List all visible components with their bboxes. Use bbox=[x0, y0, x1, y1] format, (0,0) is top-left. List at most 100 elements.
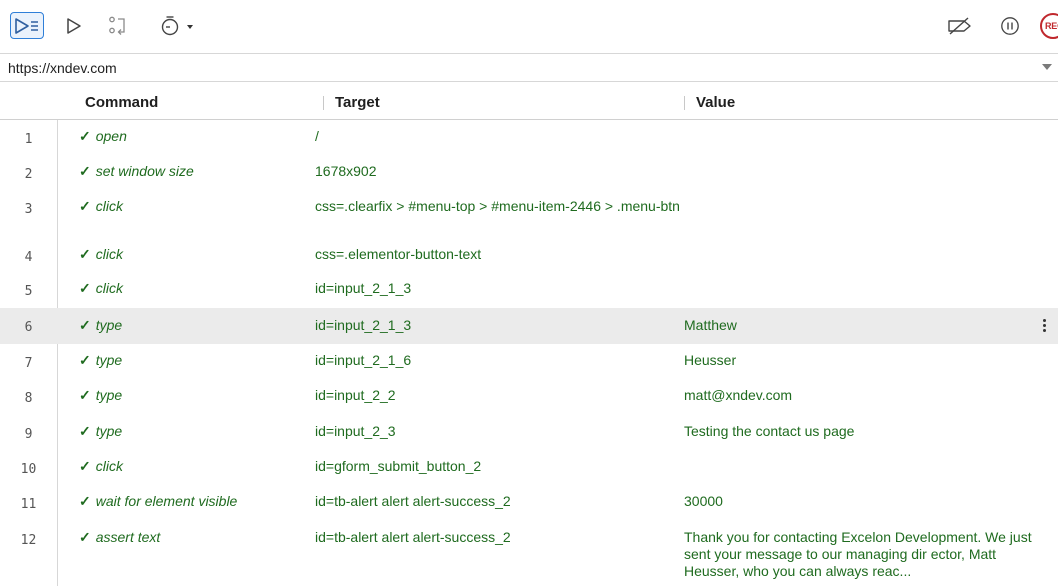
table-row[interactable]: 9 ✓ type id=input_2_3 Testing the contact… bbox=[0, 415, 1058, 450]
url-dropdown-caret-icon[interactable] bbox=[1042, 64, 1052, 70]
check-icon: ✓ bbox=[79, 529, 91, 545]
value-cell: Matthew bbox=[684, 317, 737, 333]
table-row[interactable]: 10 ✓ click id=gform_submit_button_2 bbox=[0, 450, 1058, 485]
command-text: click bbox=[95, 198, 123, 214]
record-button[interactable]: REC bbox=[1038, 12, 1058, 39]
command-cell: ✓ click bbox=[79, 198, 123, 215]
check-icon: ✓ bbox=[79, 423, 91, 439]
row-number: 11 bbox=[20, 497, 37, 512]
command-text: type bbox=[95, 423, 123, 439]
breakpoint-off-icon bbox=[948, 16, 971, 35]
run-all-tests-button[interactable] bbox=[10, 12, 44, 39]
column-header-command: Command bbox=[85, 94, 159, 111]
target-cell: css=.elementor-button-text bbox=[315, 246, 482, 262]
row-number: 4 bbox=[24, 250, 33, 265]
value-cell: Testing the contact us page bbox=[684, 423, 855, 439]
check-icon: ✓ bbox=[79, 128, 91, 144]
value-cell: Thank you for contacting Excelon Develop… bbox=[684, 529, 1032, 579]
command-text: type bbox=[95, 352, 123, 368]
row-number: 7 bbox=[24, 356, 33, 371]
command-text: click bbox=[95, 280, 123, 296]
check-icon: ✓ bbox=[79, 493, 91, 509]
column-divider[interactable] bbox=[323, 96, 324, 110]
toolbar: REC bbox=[0, 0, 1058, 50]
target-cell: id=tb-alert alert alert-success_2 bbox=[315, 529, 511, 545]
target-cell: id=input_2_1_3 bbox=[315, 317, 412, 333]
table-row[interactable]: 12 ✓ assert text id=tb-alert alert alert-… bbox=[0, 521, 1058, 586]
run-current-test-button[interactable] bbox=[62, 12, 86, 39]
target-cell: id=input_2_2 bbox=[315, 387, 396, 403]
command-cell: ✓ click bbox=[79, 458, 123, 475]
column-header-value: Value bbox=[696, 94, 736, 111]
command-cell: ✓ assert text bbox=[79, 529, 160, 546]
target-cell: css=.clearfix > #menu-top > #menu-item-2… bbox=[315, 198, 680, 214]
row-number: 2 bbox=[24, 167, 33, 182]
disable-breakpoints-button[interactable] bbox=[945, 12, 975, 39]
column-divider[interactable] bbox=[684, 96, 685, 110]
step-over-button[interactable] bbox=[106, 12, 130, 39]
table-header: Command Target Value bbox=[0, 84, 1058, 120]
command-text: open bbox=[95, 128, 127, 144]
record-label: REC bbox=[1045, 20, 1058, 31]
command-cell: ✓ click bbox=[79, 246, 123, 263]
run-all-icon bbox=[15, 17, 38, 34]
check-icon: ✓ bbox=[79, 198, 91, 214]
command-cell: ✓ wait for element visible bbox=[79, 493, 237, 510]
command-text: click bbox=[95, 458, 123, 474]
pause-on-exceptions-button[interactable] bbox=[996, 12, 1024, 39]
table-row[interactable]: 4 ✓ click css=.elementor-button-text bbox=[0, 238, 1058, 272]
base-url-value[interactable]: https://xndev.com bbox=[8, 60, 117, 76]
command-cell: ✓ set window size bbox=[79, 163, 194, 180]
table-row[interactable]: 7 ✓ type id=input_2_1_6 Heusser bbox=[0, 344, 1058, 379]
target-cell: id=gform_submit_button_2 bbox=[315, 458, 482, 474]
value-cell: 30000 bbox=[684, 493, 723, 509]
test-speed-dropdown[interactable] bbox=[160, 12, 200, 39]
target-cell: id=input_2_1_3 bbox=[315, 280, 412, 296]
command-cell: ✓ type bbox=[79, 352, 122, 369]
row-number: 3 bbox=[24, 202, 33, 217]
command-text: wait for element visible bbox=[95, 493, 238, 509]
row-number: 8 bbox=[24, 391, 33, 406]
check-icon: ✓ bbox=[79, 317, 91, 333]
command-text: type bbox=[95, 317, 123, 333]
table-row[interactable]: 3 ✓ click css=.clearfix > #menu-top > #me… bbox=[0, 190, 1058, 238]
command-text: type bbox=[95, 387, 123, 403]
play-icon bbox=[67, 17, 81, 34]
check-icon: ✓ bbox=[79, 163, 91, 179]
row-number: 12 bbox=[20, 533, 37, 548]
row-number: 10 bbox=[20, 462, 37, 477]
row-number: 9 bbox=[24, 427, 33, 442]
table-row-selected[interactable]: 6 ✓ type id=input_2_1_3 Matthew bbox=[0, 308, 1058, 344]
target-cell: id=input_2_1_6 bbox=[315, 352, 412, 368]
table-row[interactable]: 2 ✓ set window size 1678x902 bbox=[0, 155, 1058, 190]
row-number: 5 bbox=[24, 284, 33, 299]
command-cell: ✓ open bbox=[79, 128, 127, 145]
target-cell: id=tb-alert alert alert-success_2 bbox=[315, 493, 511, 509]
check-icon: ✓ bbox=[79, 352, 91, 368]
table-row[interactable]: 11 ✓ wait for element visible id=tb-alert… bbox=[0, 485, 1058, 521]
command-text: set window size bbox=[95, 163, 194, 179]
command-text: assert text bbox=[95, 529, 161, 545]
value-cell: Heusser bbox=[684, 352, 737, 368]
row-number: 1 bbox=[24, 132, 33, 147]
check-icon: ✓ bbox=[79, 458, 91, 474]
target-cell: id=input_2_3 bbox=[315, 423, 396, 439]
command-cell: ✓ type bbox=[79, 387, 122, 404]
row-options-menu-icon[interactable] bbox=[1042, 319, 1046, 332]
check-icon: ✓ bbox=[79, 246, 91, 262]
stopwatch-icon bbox=[161, 15, 193, 35]
pause-icon bbox=[1001, 16, 1019, 35]
base-url-combobox[interactable]: https://xndev.com bbox=[0, 53, 1058, 82]
command-text: click bbox=[95, 246, 123, 262]
target-cell: 1678x902 bbox=[315, 163, 377, 179]
table-row[interactable]: 5 ✓ click id=input_2_1_3 bbox=[0, 272, 1058, 308]
check-icon: ✓ bbox=[79, 387, 91, 403]
command-cell: ✓ click bbox=[79, 280, 123, 297]
value-cell: matt@xndev.com bbox=[684, 387, 793, 403]
record-icon: REC bbox=[1040, 12, 1058, 39]
table-row[interactable]: 8 ✓ type id=input_2_2 matt@xndev.com bbox=[0, 379, 1058, 415]
command-cell: ✓ type bbox=[79, 423, 122, 440]
column-header-target: Target bbox=[335, 94, 380, 111]
command-cell: ✓ type bbox=[79, 317, 122, 334]
table-row[interactable]: 1 ✓ open / bbox=[0, 120, 1058, 155]
